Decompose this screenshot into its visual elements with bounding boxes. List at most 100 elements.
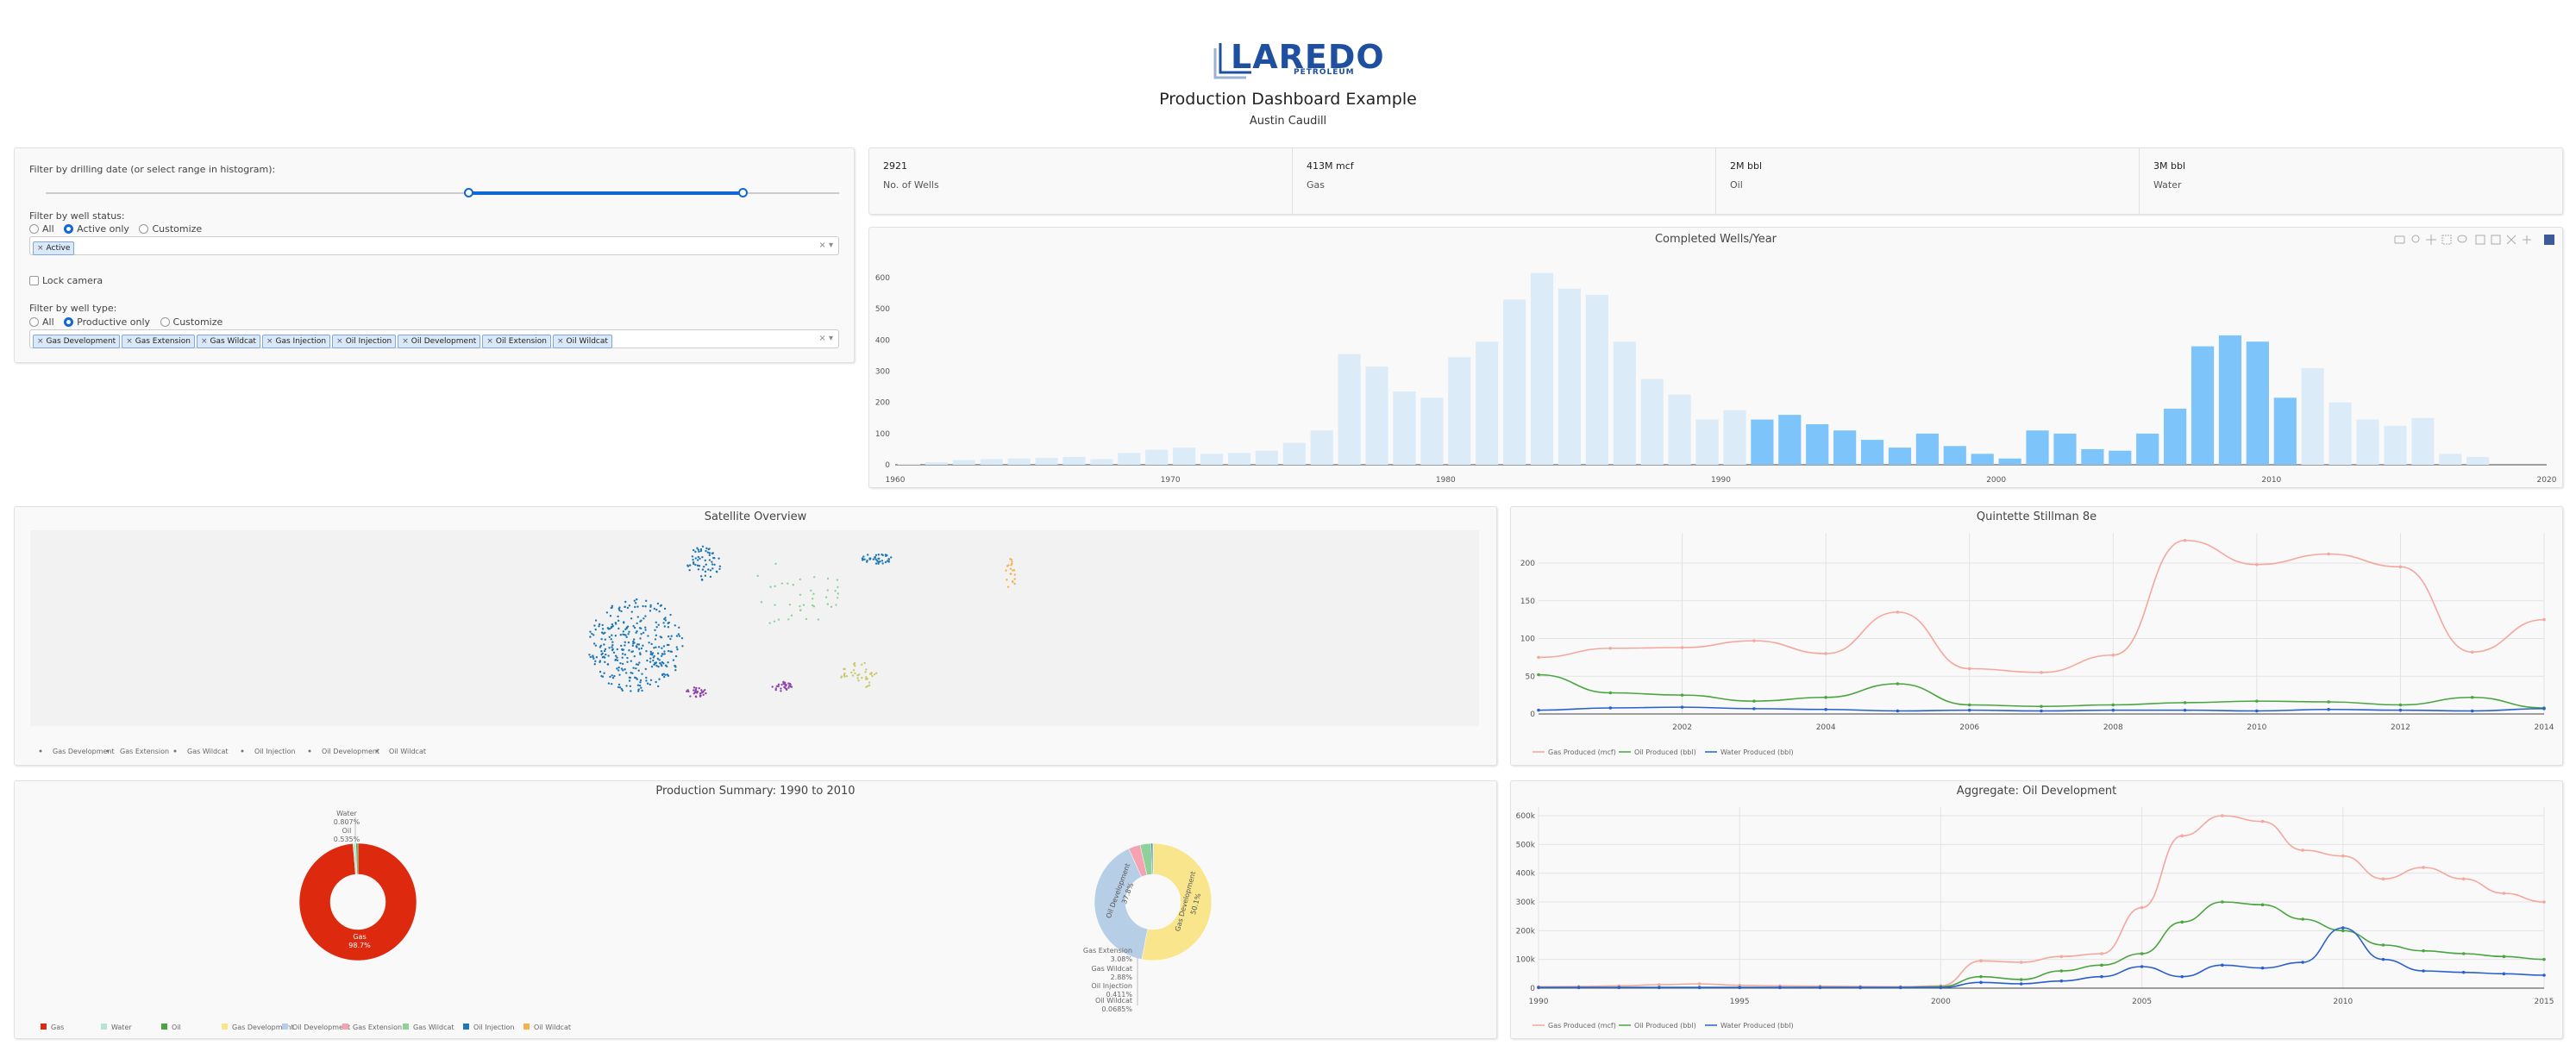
clear-icon[interactable]: × bbox=[818, 334, 825, 343]
type-multiselect[interactable]: × Gas Development × Gas Extension × Gas Wildc… bbox=[29, 329, 839, 348]
x-tick-label: 2006 bbox=[1959, 723, 1979, 732]
legend-marker bbox=[173, 749, 177, 753]
well-point bbox=[861, 663, 863, 667]
remove-tag-icon[interactable]: × bbox=[336, 337, 343, 346]
well-point bbox=[669, 613, 672, 617]
data-point bbox=[2327, 707, 2330, 711]
clear-icon[interactable]: × bbox=[818, 241, 825, 250]
pie-charts[interactable]: Gas98.7%Water0.807%Oil0.535%Gas Developm… bbox=[15, 781, 1498, 1040]
well-point bbox=[1013, 578, 1016, 580]
histogram-chart[interactable]: 0 100 200 300 400 500 600 1960 1970 1980 1990 2000 2… bbox=[869, 228, 2564, 489]
status-radio-customize[interactable]: Customize bbox=[139, 223, 202, 235]
well-point bbox=[627, 633, 630, 635]
chevron-down-icon[interactable]: ▾ bbox=[829, 241, 833, 250]
map-scatter[interactable]: Gas Development Gas Extension Gas Wildcat O… bbox=[15, 507, 1498, 767]
well-point bbox=[601, 623, 604, 627]
remove-tag-icon[interactable]: × bbox=[37, 244, 44, 253]
type-radio-productive[interactable]: Productive only bbox=[64, 316, 150, 328]
legend-swatch bbox=[161, 1024, 167, 1030]
select-controls[interactable]: × ▾ bbox=[818, 241, 833, 250]
well-point bbox=[606, 662, 610, 666]
type-tag[interactable]: × Oil Injection bbox=[332, 335, 397, 348]
well-line-chart[interactable]: 0 50 100 150 200 2002 2004 2006 2008 2010 2012 2014… bbox=[1511, 507, 2564, 767]
lock-camera-checkbox[interactable]: Lock camera bbox=[29, 275, 103, 286]
type-radio-all[interactable]: All bbox=[29, 316, 54, 328]
well-point bbox=[601, 675, 605, 678]
status-tag[interactable]: × Active bbox=[33, 241, 75, 255]
well-point bbox=[616, 648, 619, 651]
well-point bbox=[624, 672, 628, 674]
well-point bbox=[621, 662, 624, 666]
well-point bbox=[887, 557, 890, 560]
type-tag[interactable]: × Oil Development bbox=[398, 335, 481, 348]
legend-label: Gas Development bbox=[53, 748, 115, 755]
well-point bbox=[688, 564, 692, 567]
date-range-slider[interactable] bbox=[46, 188, 839, 198]
type-tag[interactable]: × Oil Wildcat bbox=[553, 335, 612, 348]
status-filter-label: Filter by well status: bbox=[29, 210, 125, 222]
well-point bbox=[812, 592, 815, 595]
well-point bbox=[606, 627, 610, 629]
data-point bbox=[2111, 703, 2115, 707]
well-point bbox=[621, 653, 624, 655]
data-point bbox=[2059, 955, 2064, 959]
well-point bbox=[704, 574, 707, 577]
well-point bbox=[835, 604, 837, 606]
remove-tag-icon[interactable]: × bbox=[37, 337, 44, 346]
data-point bbox=[2019, 982, 2023, 986]
well-point bbox=[608, 647, 611, 649]
date-range-start-handle[interactable] bbox=[464, 188, 473, 197]
status-radio-active[interactable]: Active only bbox=[64, 223, 129, 235]
well-point bbox=[603, 656, 606, 659]
remove-tag-icon[interactable]: × bbox=[266, 337, 273, 346]
well-point bbox=[614, 654, 617, 657]
date-range-end-handle[interactable] bbox=[738, 188, 748, 197]
data-point bbox=[1752, 639, 1756, 642]
type-tag[interactable]: × Oil Extension bbox=[482, 335, 551, 348]
remove-tag-icon[interactable]: × bbox=[126, 337, 133, 346]
chevron-down-icon[interactable]: ▾ bbox=[829, 334, 833, 343]
well-point bbox=[601, 628, 605, 630]
histogram-bar bbox=[1640, 379, 1664, 465]
well-point bbox=[774, 585, 776, 588]
well-point bbox=[669, 637, 672, 641]
histogram-bar bbox=[2273, 398, 2297, 465]
legend-marker bbox=[106, 749, 110, 753]
type-tag[interactable]: × Gas Injection bbox=[261, 335, 331, 348]
remove-tag-icon[interactable]: × bbox=[557, 337, 564, 346]
well-point bbox=[667, 661, 669, 664]
status-radio-group: All Active only Customize bbox=[29, 223, 202, 235]
well-point bbox=[868, 684, 871, 687]
histogram-bar bbox=[1200, 454, 1224, 465]
logo-subtext: PETROLEUM bbox=[1294, 68, 1355, 77]
well-point bbox=[805, 617, 808, 621]
remove-tag-icon[interactable]: × bbox=[201, 337, 208, 346]
well-point bbox=[709, 569, 712, 572]
well-point bbox=[718, 557, 720, 560]
histogram-bar bbox=[1090, 459, 1113, 465]
histogram-bar bbox=[897, 464, 921, 465]
well-point bbox=[604, 638, 607, 641]
type-tag[interactable]: × Gas Extension bbox=[122, 335, 195, 348]
aggregate-line-chart[interactable]: 0 100k 200k 300k 400k 500k 600k 1990 1995 2000 200… bbox=[1511, 781, 2564, 1040]
type-radio-customize[interactable]: Customize bbox=[160, 316, 223, 328]
type-tag[interactable]: × Gas Wildcat bbox=[196, 335, 260, 348]
y-tick-label: 0 bbox=[1530, 985, 1535, 993]
remove-tag-icon[interactable]: × bbox=[402, 337, 409, 346]
type-tag[interactable]: × Gas Development bbox=[33, 335, 121, 348]
status-multiselect[interactable]: × Active × ▾ bbox=[29, 236, 839, 255]
well-point bbox=[654, 629, 656, 632]
well-point bbox=[594, 619, 598, 622]
data-point bbox=[1537, 708, 1540, 712]
well-point bbox=[675, 635, 679, 637]
well-point bbox=[611, 674, 613, 677]
checkbox-icon[interactable] bbox=[29, 276, 39, 285]
well-point bbox=[1009, 558, 1012, 560]
well-point bbox=[1009, 573, 1012, 575]
remove-tag-icon[interactable]: × bbox=[486, 337, 493, 346]
histogram-bar bbox=[1668, 394, 1691, 465]
well-point bbox=[812, 576, 816, 579]
status-radio-all[interactable]: All bbox=[29, 223, 54, 235]
select-controls[interactable]: × ▾ bbox=[818, 334, 833, 343]
well-point bbox=[635, 667, 637, 670]
